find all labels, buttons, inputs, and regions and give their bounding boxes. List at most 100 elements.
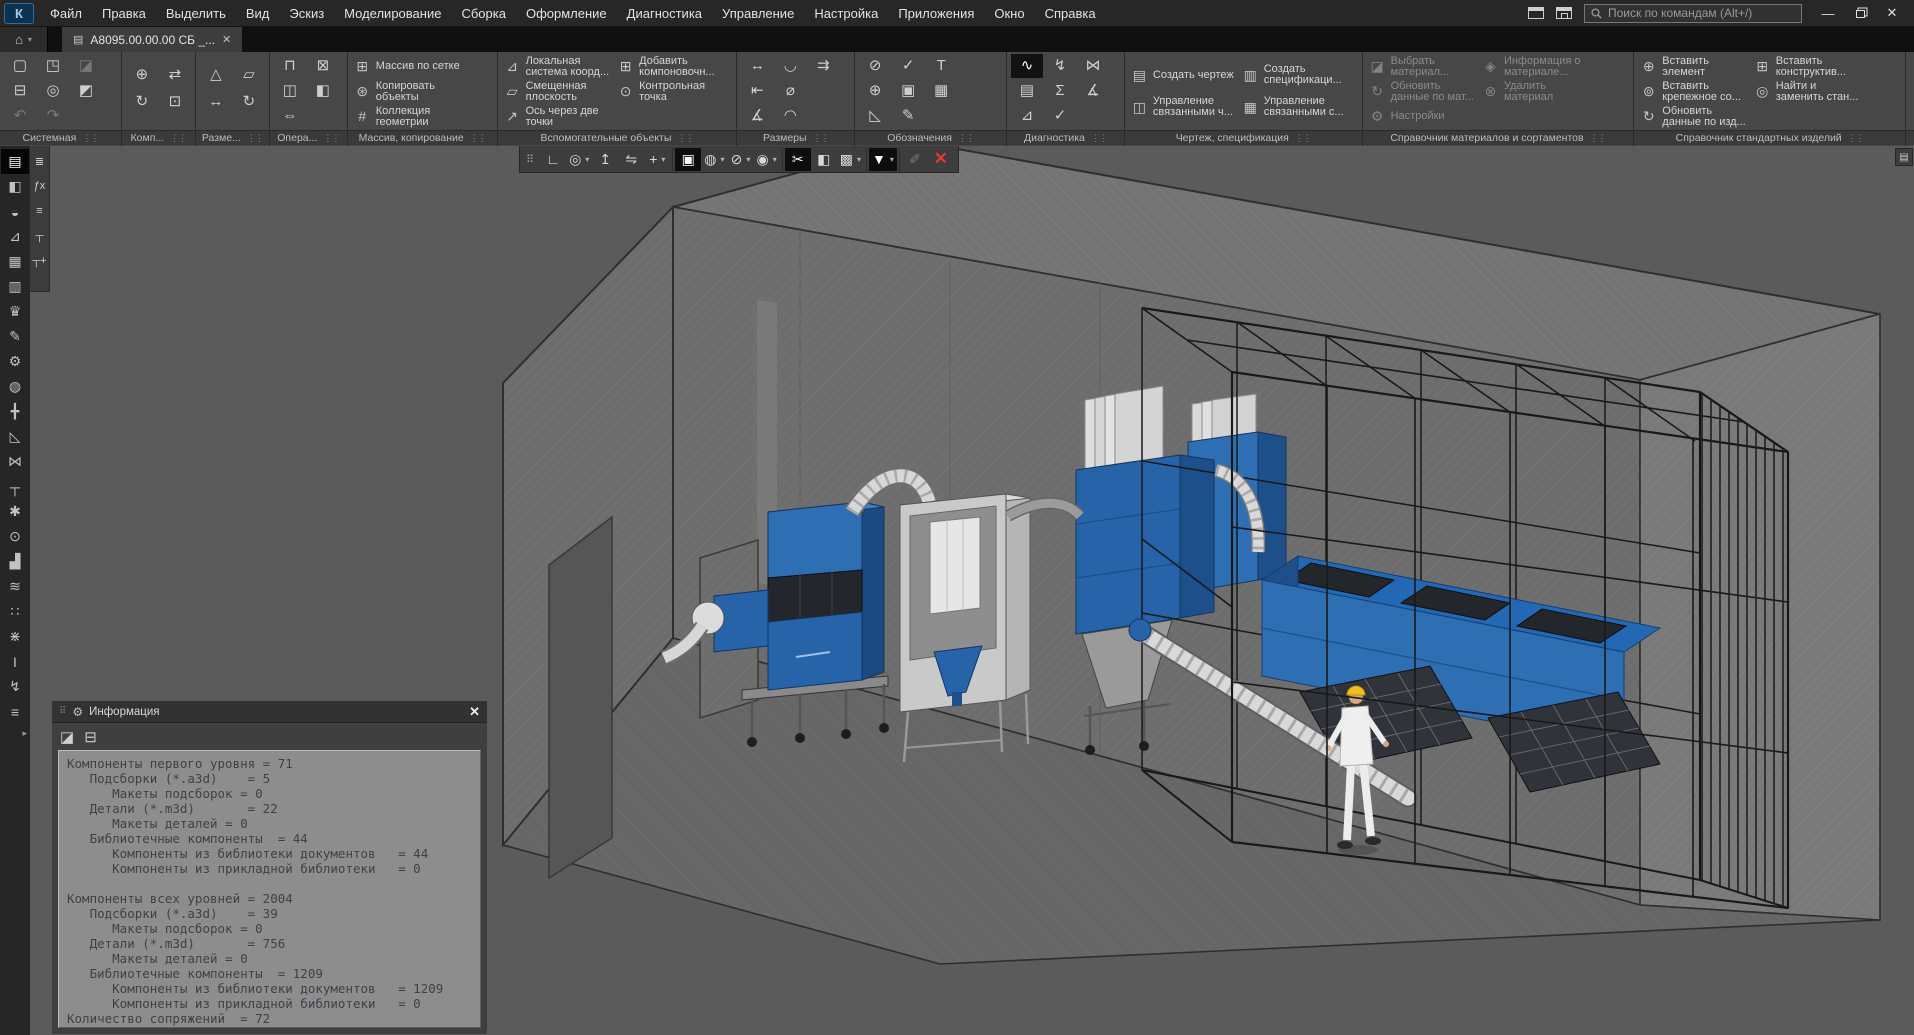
insert-fastener-button[interactable]: ⊚Вставить крепежное со... [1638,79,1747,104]
group-grip-icon[interactable]: ⋮⋮ [82,133,98,144]
check-curve-icon[interactable]: ∿ [1011,54,1043,78]
search-input[interactable] [1608,6,1795,20]
rotate-component-icon[interactable]: ↻ [126,90,158,114]
copy-objects-button[interactable]: ⊛Копировать объекты [352,79,462,104]
menu-item[interactable]: Моделирование [334,0,451,27]
orient-component-icon[interactable]: ↻ [233,90,265,114]
close-button[interactable]: ✕ [1878,1,1906,25]
stamp-icon[interactable]: ▣ [892,79,924,103]
coordinate-system-button[interactable]: ∟ [540,148,566,171]
materials-icon[interactable]: ▦ [1,249,29,274]
filter-button[interactable]: ▼ [869,148,897,171]
report-table-icon[interactable]: ▥ [1,274,29,299]
collision-check-icon[interactable]: △ [200,63,232,87]
cage-fence[interactable] [1700,392,1788,908]
menu-item[interactable]: Выделить [156,0,236,27]
create-drawing-button[interactable]: ▤Создать чертеж [1129,59,1236,91]
tab-close-icon[interactable]: ✕ [222,33,231,46]
menu-item[interactable]: Оформление [516,0,617,27]
arc-dimension-icon[interactable]: ◠ [774,104,806,128]
group-grip-icon[interactable]: ⋮⋮ [323,133,339,144]
move-face-icon[interactable]: ⇔ [274,104,306,128]
flip-view-button[interactable]: ⇋ [618,148,644,171]
ramp-icon[interactable]: ◺ [1,424,29,449]
new-document-icon[interactable]: ▢ [4,54,36,78]
menu-item[interactable]: Приложения [888,0,984,27]
measure-angle-icon[interactable]: ∡ [1077,79,1109,103]
save-as-icon[interactable]: ◩ [70,79,102,103]
save-report-icon[interactable]: ◪ [60,728,74,746]
group-grip-icon[interactable]: ⋮⋮ [170,133,186,144]
geometry-collection-button[interactable]: #Коллекция геометрии [352,104,462,129]
group-grip-icon[interactable]: ⋮⋮ [1091,133,1107,144]
menu-item[interactable]: Настройка [804,0,888,27]
group-grip-icon[interactable]: ⋮⋮ [1848,133,1864,144]
menu-item[interactable]: Диагностика [617,0,712,27]
profile-beam-icon[interactable]: I [1,649,29,674]
home-button[interactable]: ⌂ ▾ [0,27,48,52]
model-tree-icon[interactable]: ≣ [31,151,49,171]
cleanup-icon[interactable]: ✱ [1,499,29,524]
insert-constructive-button[interactable]: ⊞Вставить конструктив... [1752,54,1861,79]
table-icon[interactable]: ▦ [925,79,957,103]
group-grip-icon[interactable]: ⋮⋮ [247,133,263,144]
model-viewport[interactable]: ≣ƒx≡┬┬+ ⠿ ∟◎↥⇋+ ▣◍⊘◉ ✂◧▩ ▼ ✐✕ ▤ ⠿ ⚙ Инфо… [30,146,1914,1035]
chain-dimension-icon[interactable]: ⇉ [807,54,839,78]
styles-pen-icon[interactable]: ✎ [1,324,29,349]
menu-item[interactable]: Управление [712,0,804,27]
edit-note-icon[interactable]: ✎ [892,104,924,128]
section-bowtie-icon[interactable]: ⋈ [1,449,29,474]
distance-icon[interactable]: ↔ [200,90,232,114]
mirror-body-icon[interactable]: ◧ [307,79,339,103]
undo-icon[interactable]: ↶ [4,104,36,128]
info-document-icon[interactable]: ▤ [1011,79,1043,103]
zoom-button[interactable]: ◎ [566,148,592,171]
section-mark-icon[interactable]: ⊘ [859,54,891,78]
angular-dimension-icon[interactable]: ∡ [741,104,773,128]
diameter-dimension-icon[interactable]: ⌀ [774,79,806,103]
print-preview-icon[interactable]: ◎ [37,79,69,103]
select-material-button[interactable]: ◪Выбрать материал... [1367,54,1476,79]
menu-item[interactable]: Правка [92,0,156,27]
axes-button[interactable]: + [644,148,670,171]
structure-tree-icon[interactable]: ┬ [1,474,29,499]
create-specification-button[interactable]: ▥Создать спецификаци... [1240,59,1346,91]
verify-icon[interactable]: ✓ [1044,104,1076,128]
command-search[interactable] [1584,4,1802,23]
array-grid-button[interactable]: ⊞Массив по сетке [352,54,462,79]
doorway[interactable] [549,517,612,878]
layers-icon[interactable]: ≡ [31,201,49,221]
control-point-button[interactable]: ⊙Контрольная точка [615,79,716,104]
extrude-icon[interactable]: ⊓ [274,54,306,78]
insert-element-button[interactable]: ⊕Вставить элемент [1638,54,1747,79]
center-mark-icon[interactable]: ⊕ [859,79,891,103]
manipulator-icon[interactable]: ╋ [1,399,29,424]
local-cs-button[interactable]: ⊿Локальная система коорд... [502,54,612,79]
placement-plane-icon[interactable]: ▱ [233,63,265,87]
fastener-icon[interactable]: ↯ [1,674,29,699]
group-grip-icon[interactable]: ⋮⋮ [1295,133,1311,144]
automation-icon[interactable]: ⚙ [1,349,29,374]
find-replace-standard-button[interactable]: ◎Найти и заменить стан... [1752,79,1861,104]
variables-icon[interactable]: ƒx [31,176,49,196]
restore-button[interactable] [1846,1,1874,25]
sketch-icon[interactable]: ⊿ [1,224,29,249]
windows-layout-icon[interactable] [1528,7,1544,19]
solid-modeling-icon[interactable]: ◧ [1,174,29,199]
panel-close-button[interactable]: ✕ [469,704,480,720]
screen-capture-icon[interactable] [1556,7,1572,19]
sidebar-expander[interactable]: ▸ [22,728,30,739]
add-hierarchy-icon[interactable]: ┬+ [31,251,49,271]
menu-item[interactable]: Эскиз [279,0,334,27]
update-product-data-button[interactable]: ↻Обновить данные по изд... [1638,104,1747,129]
document-manager-icon[interactable]: ▤ [1,149,29,174]
clip-region-button[interactable]: ◧ [811,148,837,171]
redo-icon[interactable]: ↷ [37,104,69,128]
slope-mark-icon[interactable]: ◺ [859,104,891,128]
place-component-icon[interactable]: ⊡ [159,90,191,114]
offset-plane-button[interactable]: ▱Смещенная плоскость [502,79,612,104]
kompas-logo[interactable]: К [4,3,34,24]
menu-item[interactable]: Вид [236,0,280,27]
shaded-display-button[interactable]: ▣ [675,148,701,171]
toolbar-grip-icon[interactable]: ⠿ [522,153,538,166]
